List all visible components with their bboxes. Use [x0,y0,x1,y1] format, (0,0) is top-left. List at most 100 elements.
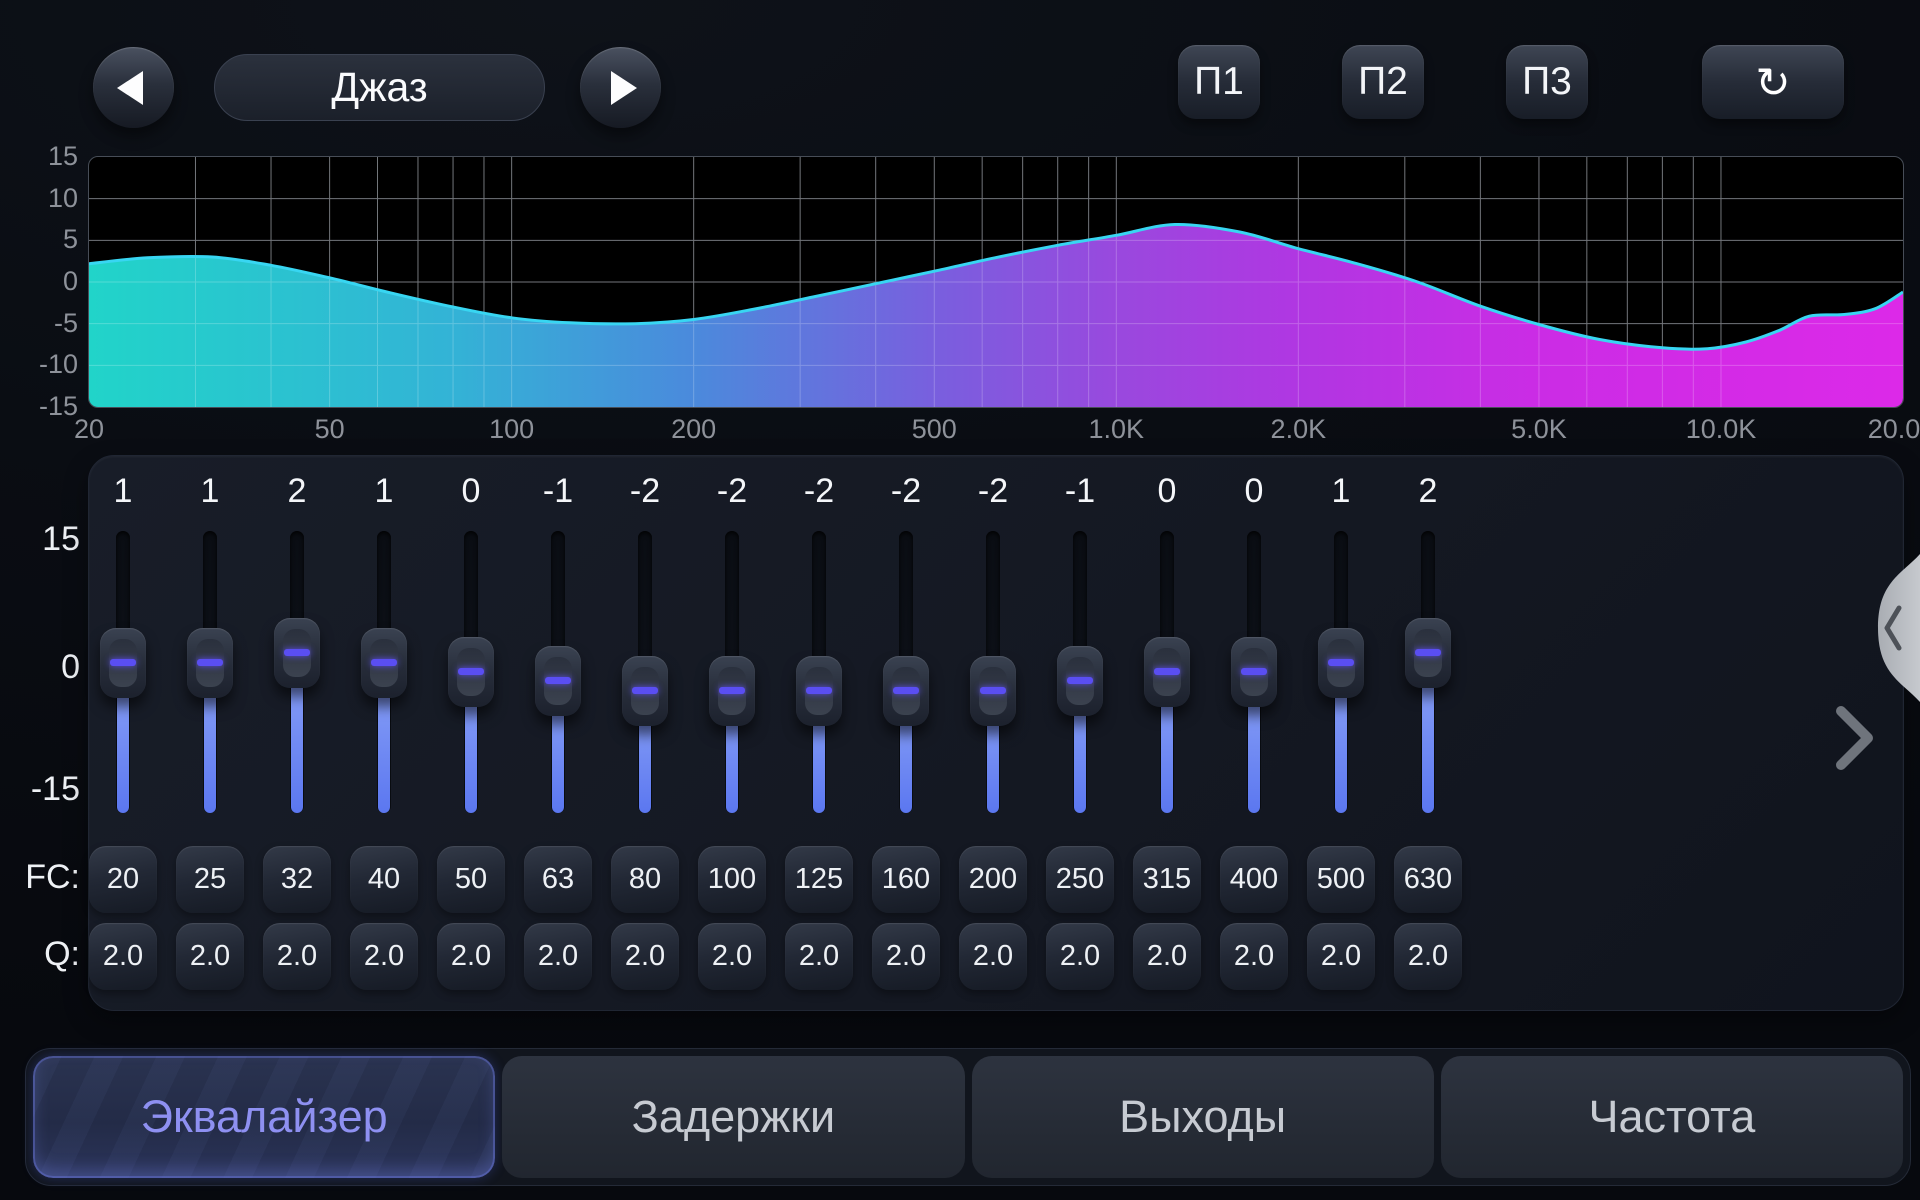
band-fc-button[interactable]: 200 [959,846,1027,913]
band-gain-value: 1 [1298,472,1385,511]
band-slider-thumb[interactable] [100,628,146,698]
band-q-button[interactable]: 2.0 [698,923,766,990]
band-slider-track[interactable] [899,531,913,813]
band-slider-thumb-grip [110,659,136,666]
band-slider-thumb[interactable] [361,628,407,698]
band-slider-thumb[interactable] [187,628,233,698]
band-fc-button[interactable]: 160 [872,846,940,913]
band-q-button[interactable]: 2.0 [959,923,1027,990]
band-slider-track[interactable] [638,531,652,813]
preset-name[interactable]: Джаз [214,54,545,121]
band-fc-button[interactable]: 125 [785,846,853,913]
band-slider-track[interactable] [986,531,1000,813]
band-slider-thumb[interactable] [1057,646,1103,716]
preset-memory-button[interactable]: П2 [1342,45,1424,119]
band-slider-thumb[interactable] [796,656,842,726]
tab-delays[interactable]: Задержки [502,1056,964,1178]
band-q-button[interactable]: 2.0 [89,923,157,990]
band-slider-track[interactable] [290,531,304,813]
band-fc-button[interactable]: 63 [524,846,592,913]
band-q-button[interactable]: 2.0 [1046,923,1114,990]
band-q-button[interactable]: 2.0 [785,923,853,990]
band-slider-thumb-face [370,639,398,687]
tab-frequency[interactable]: Частота [1441,1056,1903,1178]
eq-band: -2 160 2.0 [863,456,950,1012]
band-slider-thumb[interactable] [1405,618,1451,688]
chevron-right-icon [1836,706,1874,770]
band-gain-value: -2 [863,472,950,511]
band-slider-track[interactable] [464,531,478,813]
band-slider-track[interactable] [1160,531,1174,813]
fc-row-label: FC: [0,858,80,897]
band-q-button[interactable]: 2.0 [1220,923,1288,990]
band-fc-button[interactable]: 630 [1394,846,1462,913]
band-fc-button[interactable]: 50 [437,846,505,913]
band-slider-thumb[interactable] [535,646,581,716]
band-slider-thumb[interactable] [1318,628,1364,698]
band-slider-thumb[interactable] [274,618,320,688]
band-slider-track[interactable] [551,531,565,813]
band-fc-button[interactable]: 40 [350,846,418,913]
eq-band: 0 400 2.0 [1211,456,1298,1012]
band-q-button[interactable]: 2.0 [350,923,418,990]
band-fc-button[interactable]: 250 [1046,846,1114,913]
band-slider-track[interactable] [1073,531,1087,813]
tab-outputs[interactable]: Выходы [972,1056,1434,1178]
band-fc-button[interactable]: 20 [89,846,157,913]
preset-next-button[interactable] [580,47,661,128]
bands-panel: 1 20 2.0 1 25 2.0 2 [88,455,1904,1011]
band-slider-track[interactable] [1334,531,1348,813]
graph-x-tick: 5.0K [1511,414,1567,445]
band-slider-thumb[interactable] [709,656,755,726]
band-q-button[interactable]: 2.0 [1307,923,1375,990]
band-q-button[interactable]: 2.0 [1394,923,1462,990]
band-fc-button[interactable]: 25 [176,846,244,913]
band-slider-track[interactable] [377,531,391,813]
reset-button[interactable]: ↻ [1702,45,1844,119]
band-slider-thumb-grip [545,677,571,684]
next-bands-page-button[interactable] [1836,706,1874,775]
band-slider-thumb[interactable] [1144,637,1190,707]
band-slider-track[interactable] [203,531,217,813]
band-q-button[interactable]: 2.0 [872,923,940,990]
band-slider-track[interactable] [116,531,130,813]
band-slider-thumb[interactable] [622,656,668,726]
band-gain-value: -2 [602,472,689,511]
band-slider-track[interactable] [725,531,739,813]
band-q-button[interactable]: 2.0 [524,923,592,990]
band-q-button[interactable]: 2.0 [176,923,244,990]
band-slider-track[interactable] [812,531,826,813]
eq-response-graph [88,156,1904,408]
preset-memory-button[interactable]: П1 [1178,45,1260,119]
band-gain-value: 0 [1124,472,1211,511]
band-slider-track[interactable] [1421,531,1435,813]
band-fc-button[interactable]: 400 [1220,846,1288,913]
band-q-button[interactable]: 2.0 [263,923,331,990]
band-slider-track[interactable] [1247,531,1261,813]
band-q-button[interactable]: 2.0 [611,923,679,990]
band-slider-thumb-face [1327,639,1355,687]
band-slider-thumb[interactable] [970,656,1016,726]
band-gain-value: 2 [254,472,341,511]
band-slider-thumb[interactable] [448,637,494,707]
band-slider-thumb[interactable] [1231,637,1277,707]
band-slider-thumb-grip [458,668,484,675]
band-gain-value: 1 [80,472,167,511]
preset-prev-button[interactable] [93,47,174,128]
band-gain-value: -2 [950,472,1037,511]
band-q-button[interactable]: 2.0 [1133,923,1201,990]
tab-equalizer[interactable]: Эквалайзер [33,1056,495,1178]
band-fc-button[interactable]: 80 [611,846,679,913]
graph-x-tick: 200 [671,414,716,445]
band-slider-thumb[interactable] [883,656,929,726]
side-drawer-handle[interactable] [1868,552,1920,704]
preset-memory-button[interactable]: П3 [1506,45,1588,119]
eq-band: 1 500 2.0 [1298,456,1385,1012]
band-fc-button[interactable]: 100 [698,846,766,913]
band-slider-thumb-face [631,667,659,715]
band-slider-thumb-face [196,639,224,687]
band-fc-button[interactable]: 500 [1307,846,1375,913]
band-q-button[interactable]: 2.0 [437,923,505,990]
band-fc-button[interactable]: 32 [263,846,331,913]
band-fc-button[interactable]: 315 [1133,846,1201,913]
